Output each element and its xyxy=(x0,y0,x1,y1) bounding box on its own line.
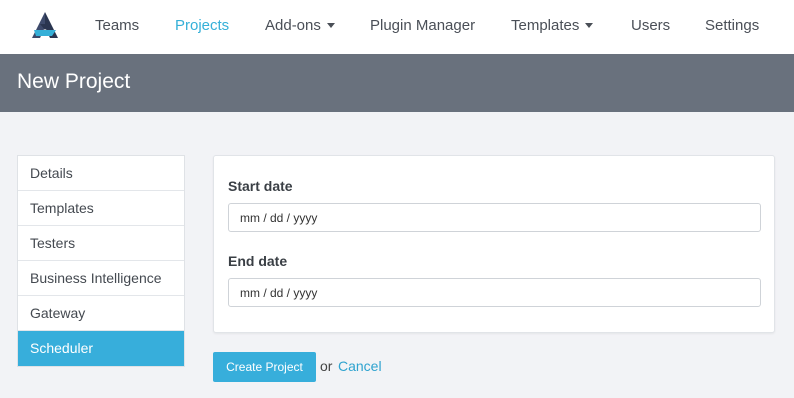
nav-projects-label: Projects xyxy=(175,17,230,34)
nav-templates[interactable]: Templates xyxy=(511,17,594,34)
sidebar-item-gateway[interactable]: Gateway xyxy=(18,296,184,331)
nav-teams-label: Teams xyxy=(95,17,140,34)
sidebar-item-details[interactable]: Details xyxy=(18,156,184,191)
top-navigation: Teams Projects Add-ons Plugin Manager Te… xyxy=(0,0,794,54)
nav-plugin-manager-label: Plugin Manager xyxy=(370,17,476,34)
page-title: New Project xyxy=(17,70,131,93)
or-text: or xyxy=(320,358,333,374)
end-date-input[interactable] xyxy=(228,278,761,307)
app-logo-icon[interactable] xyxy=(28,10,62,44)
sidebar-item-scheduler[interactable]: Scheduler xyxy=(18,331,184,366)
nav-settings-label: Settings xyxy=(705,17,760,34)
sidebar-item-business-intelligence[interactable]: Business Intelligence xyxy=(18,261,184,296)
chevron-down-icon xyxy=(585,22,594,28)
start-date-label: Start date xyxy=(228,178,293,194)
end-date-label: End date xyxy=(228,253,288,269)
nav-projects[interactable]: Projects xyxy=(175,17,229,34)
nav-settings[interactable]: Settings xyxy=(705,17,759,34)
nav-users[interactable]: Users xyxy=(631,17,670,34)
create-project-button[interactable]: Create Project xyxy=(213,352,316,382)
chevron-down-icon xyxy=(326,22,335,28)
nav-teams[interactable]: Teams xyxy=(95,17,139,34)
project-settings-menu: Details Templates Testers Business Intel… xyxy=(17,155,185,367)
page-header: New Project xyxy=(0,54,794,112)
cancel-link[interactable]: Cancel xyxy=(338,358,382,374)
scheduler-form-card: Start date End date xyxy=(213,155,775,333)
start-date-input[interactable] xyxy=(228,203,761,232)
nav-templates-label: Templates xyxy=(511,17,580,34)
nav-add-ons-label: Add-ons xyxy=(265,17,321,34)
nav-users-label: Users xyxy=(631,17,671,34)
nav-plugin-manager[interactable]: Plugin Manager xyxy=(370,17,475,34)
sidebar-item-templates[interactable]: Templates xyxy=(18,191,184,226)
nav-add-ons[interactable]: Add-ons xyxy=(265,17,335,34)
sidebar-item-testers[interactable]: Testers xyxy=(18,226,184,261)
